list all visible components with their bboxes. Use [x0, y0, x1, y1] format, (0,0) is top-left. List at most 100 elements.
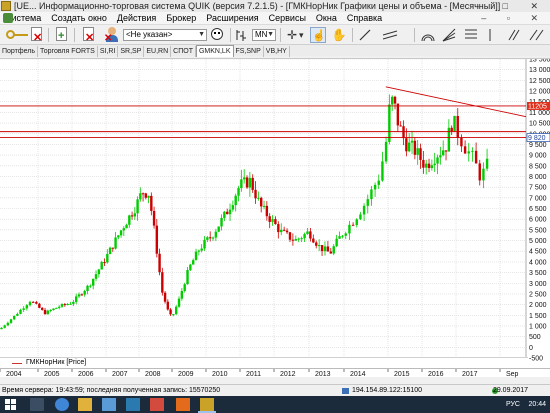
y-tick-label: 1 000 [529, 323, 547, 330]
y-tick-label: 8 000 [529, 174, 547, 181]
crosshair-icon[interactable]: ✛ [284, 27, 300, 43]
candle-body [274, 219, 277, 225]
candle-body [231, 205, 235, 210]
key-icon[interactable] [6, 27, 30, 43]
candle-body [416, 148, 419, 155]
candle-body [141, 193, 145, 195]
x-axis: 2004 2005 2006 2007 2008 2009 2010 2011 2012 2013… [0, 368, 550, 378]
y-tick-label: 1 500 [529, 313, 547, 320]
candle-body [362, 205, 366, 215]
candle-body [436, 157, 439, 164]
candle-body [38, 303, 41, 308]
candle-body [280, 229, 283, 233]
cancel-orders-icon[interactable]: ✕ [82, 27, 96, 44]
tab-portfolio[interactable]: Портфель [0, 46, 39, 57]
candle-body [161, 272, 164, 293]
menu-create-window[interactable]: Создать окно [46, 12, 112, 25]
y-tick-label: 13 500 [529, 59, 550, 64]
candle-body [251, 177, 254, 190]
face-icon[interactable] [210, 27, 224, 43]
candle-body [300, 238, 303, 240]
window-controls[interactable]: – □ ✕ [475, 0, 548, 12]
menu-windows[interactable]: Окна [311, 12, 342, 25]
tab-trading-forts[interactable]: Торговля FORTS [38, 46, 98, 57]
taskview-icon[interactable] [30, 398, 44, 411]
tab-spot[interactable]: СПОТ [171, 46, 196, 57]
menu-services[interactable]: Сервисы [264, 12, 311, 25]
app-icon-5[interactable] [176, 398, 190, 411]
vertical-line-icon[interactable] [484, 27, 496, 43]
candle-body [433, 163, 436, 166]
interval-select[interactable]: MN ▼ [252, 29, 276, 41]
inner-window-controls[interactable]: – ▫ ✕ [481, 12, 547, 25]
tab-gmkn-lk[interactable]: GMKN,LK [195, 45, 234, 57]
candle-body [424, 163, 428, 168]
price-chart-panel[interactable]: 13 50013 00012 50012 00011 50011 00010 5… [0, 58, 550, 368]
y-tick-label: 4 500 [529, 249, 547, 256]
tab-vb-hy[interactable]: VB,HY [264, 46, 290, 57]
candle-body [257, 197, 260, 199]
candle-body [130, 215, 134, 217]
menu-actions[interactable]: Действия [112, 12, 161, 25]
app-icon-4[interactable] [150, 398, 164, 411]
language-indicator[interactable]: РУС [506, 396, 520, 413]
chevron-down-icon[interactable]: ▾ [299, 27, 304, 43]
disconnect-icon[interactable]: ✕ [30, 27, 44, 44]
browser-icon[interactable] [55, 398, 69, 411]
candle-body [317, 245, 321, 247]
candle-body [183, 284, 186, 291]
menu-broker[interactable]: Брокер [161, 12, 201, 25]
tab-fs-snp[interactable]: FS,SNP [234, 46, 264, 57]
candle-body [28, 301, 32, 306]
parallel-lines-icon[interactable] [506, 27, 522, 43]
windows-start-icon[interactable] [5, 399, 16, 410]
candle-body [441, 150, 445, 156]
quik-taskbar-icon[interactable] [200, 398, 214, 411]
candle-body [254, 189, 257, 199]
x-tick-label: 2009 [178, 371, 194, 378]
candle-body [46, 310, 50, 315]
chevron-down-icon: ▼ [267, 31, 274, 38]
candle-body [335, 238, 338, 247]
candle-body [74, 296, 78, 302]
candle-body [206, 237, 209, 240]
fibo-levels-icon[interactable] [463, 27, 479, 43]
fibo-arcs-icon[interactable] [420, 27, 436, 43]
candle-body [9, 319, 13, 323]
fibo-fan-icon[interactable] [441, 27, 457, 43]
menu-help[interactable]: Справка [342, 12, 387, 25]
status-bar: Время сервера: 19:43:59; последняя получ… [0, 384, 550, 396]
candle-body [122, 228, 126, 231]
chart-legend: ГМКНорНик [Price] [0, 357, 528, 368]
line-tool-icon[interactable] [358, 27, 372, 43]
menu-extensions[interactable]: Расширения [201, 12, 263, 25]
app-icon-3[interactable] [126, 398, 140, 411]
candle-body [177, 298, 181, 307]
y-tick-label: 3 000 [529, 281, 547, 288]
candle-body [169, 309, 172, 315]
diagonal-lines-icon[interactable] [528, 27, 544, 43]
quik-logo-icon [3, 13, 13, 23]
client-icon[interactable]: ✕ [104, 27, 120, 44]
candle-body [277, 224, 280, 233]
explorer-icon[interactable] [78, 398, 92, 411]
channel-tool-icon[interactable] [382, 27, 398, 43]
candle-body [172, 314, 175, 316]
tab-si-ri[interactable]: SI,RI [98, 46, 119, 57]
new-order-icon[interactable]: + [55, 27, 69, 43]
pointer-hand-icon[interactable]: ☝ [310, 27, 326, 43]
tab-eu-rn[interactable]: EU,RN [144, 46, 172, 57]
chart-type-icon[interactable] [234, 27, 248, 43]
candle-body [117, 235, 120, 238]
candle-body [427, 163, 431, 169]
pan-hand-icon[interactable]: ✋ [331, 27, 347, 43]
candle-body [52, 308, 55, 311]
app-icon-2[interactable] [102, 398, 116, 411]
tab-sr-sp[interactable]: SR,SP [118, 46, 145, 57]
y-tick-label: 6 000 [529, 217, 547, 224]
candle-body [234, 195, 237, 206]
candle-body [223, 211, 226, 218]
price-chart[interactable]: 13 50013 00012 50012 00011 50011 00010 5… [0, 59, 550, 369]
taskbar-clock[interactable]: 20:44 [528, 396, 546, 413]
account-select[interactable]: <Не указан> ▼ [123, 29, 207, 41]
